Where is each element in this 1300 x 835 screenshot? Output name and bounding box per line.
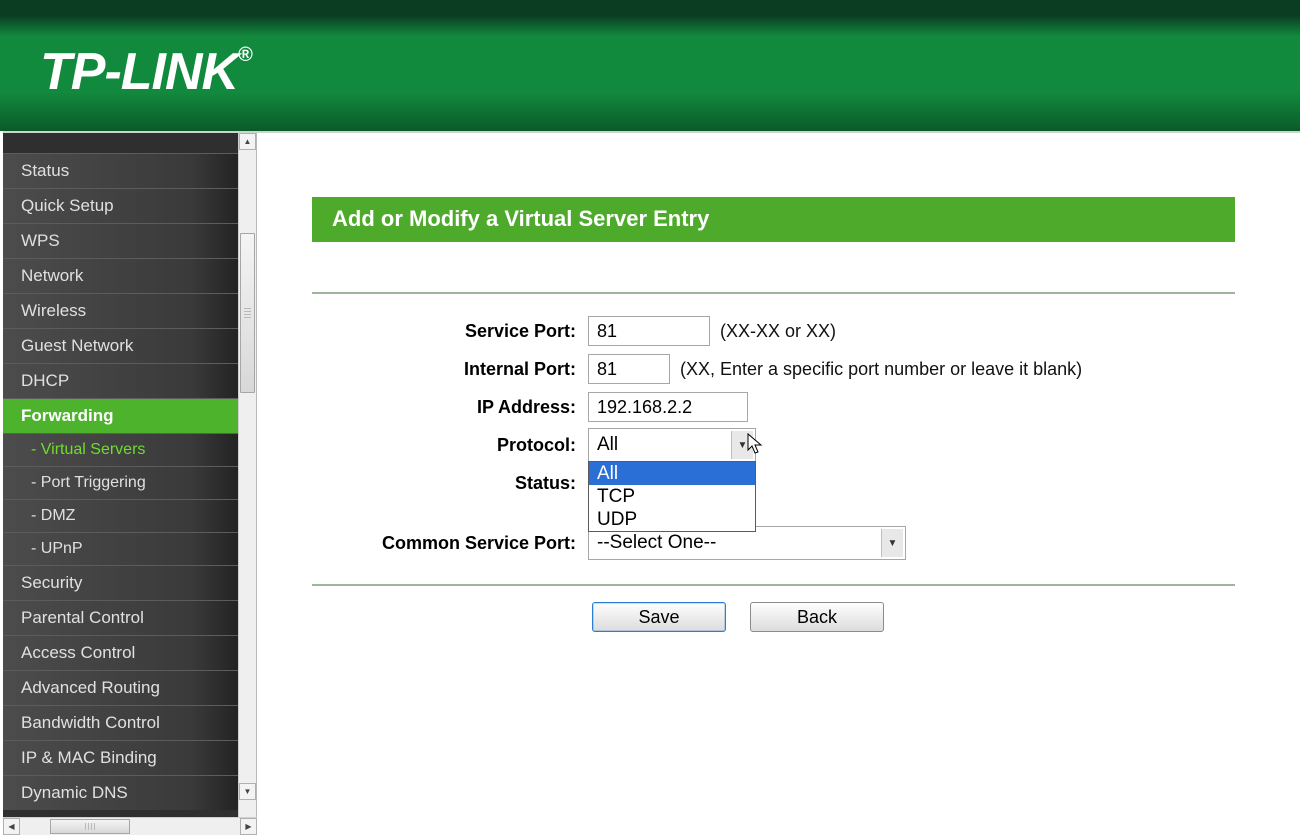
body: Status Quick Setup WPS Network Wireless … — [3, 131, 1300, 835]
header: TP-LINK® — [0, 0, 1300, 131]
scroll-right-arrow-icon[interactable]: ▶ — [240, 818, 257, 835]
protocol-option-all[interactable]: All — [589, 462, 755, 485]
sidebar-item-label: Parental Control — [21, 608, 144, 627]
hint-service-port: (XX-XX or XX) — [720, 321, 836, 342]
sidebar-item-wps[interactable]: WPS — [3, 223, 238, 258]
sidebar-vertical-scrollbar[interactable]: ▲ ▼ — [238, 133, 256, 817]
sidebar-item-label: - DMZ — [31, 507, 75, 524]
sidebar-item-quick-setup[interactable]: Quick Setup — [3, 188, 238, 223]
page-title: Add or Modify a Virtual Server Entry — [312, 197, 1235, 242]
sidebar-item-label: Dynamic DNS — [21, 783, 128, 802]
sidebar-item-label: Quick Setup — [21, 196, 114, 215]
label-ip-address: IP Address: — [312, 397, 588, 418]
divider — [312, 292, 1235, 294]
brand-logo: TP-LINK® — [40, 42, 252, 102]
sidebar-item-dynamic-dns[interactable]: Dynamic DNS — [3, 775, 238, 810]
sidebar-item-network[interactable]: Network — [3, 258, 238, 293]
row-status: Status: — [312, 464, 1235, 502]
sidebar-item-guest-network[interactable]: Guest Network — [3, 328, 238, 363]
main-content: Add or Modify a Virtual Server Entry Ser… — [257, 133, 1300, 835]
hint-internal-port: (XX, Enter a specific port number or lea… — [680, 359, 1082, 380]
internal-port-input[interactable] — [588, 354, 670, 384]
sidebar-item-label: WPS — [21, 231, 60, 250]
save-button[interactable]: Save — [592, 602, 726, 632]
chevron-down-icon[interactable]: ▼ — [731, 431, 753, 459]
protocol-option-tcp[interactable]: TCP — [589, 485, 755, 508]
row-common-service-port: Common Service Port: --Select One-- ▼ — [312, 524, 1235, 562]
header-accent — [0, 0, 1300, 16]
virtual-server-form: Service Port: (XX-XX or XX) Internal Por… — [312, 312, 1235, 562]
sidebar-item-label: Guest Network — [21, 336, 133, 355]
button-row: Save Back — [312, 602, 1235, 632]
sidebar-item-label: Access Control — [21, 643, 135, 662]
label-service-port: Service Port: — [312, 321, 588, 342]
label-status: Status: — [312, 473, 588, 494]
label-protocol: Protocol: — [312, 435, 588, 456]
sidebar-wrapper: Status Quick Setup WPS Network Wireless … — [3, 133, 257, 817]
service-port-input[interactable] — [588, 316, 710, 346]
sidebar-item-label: DHCP — [21, 371, 69, 390]
sidebar-subitem-port-triggering[interactable]: - Port Triggering — [3, 466, 238, 499]
sidebar-item-parental-control[interactable]: Parental Control — [3, 600, 238, 635]
sidebar-item-label: Advanced Routing — [21, 678, 160, 697]
protocol-selected-value: All — [597, 434, 618, 456]
protocol-select[interactable]: All ▼ — [588, 428, 756, 462]
scroll-left-arrow-icon[interactable]: ◀ — [3, 818, 20, 835]
sidebar: Status Quick Setup WPS Network Wireless … — [3, 133, 238, 817]
sidebar-column: Status Quick Setup WPS Network Wireless … — [3, 133, 257, 835]
sidebar-item-label: - Virtual Servers — [31, 441, 145, 458]
sidebar-horizontal-scrollbar[interactable]: ◀ ▶ — [3, 817, 257, 835]
sidebar-item-label: IP & MAC Binding — [21, 748, 157, 767]
sidebar-item-label: Bandwidth Control — [21, 713, 160, 732]
sidebar-subitem-virtual-servers[interactable]: - Virtual Servers — [3, 433, 238, 466]
scroll-thumb[interactable] — [50, 819, 130, 834]
label-common-service-port: Common Service Port: — [312, 533, 588, 554]
scroll-thumb[interactable] — [240, 233, 255, 393]
row-ip-address: IP Address: — [312, 388, 1235, 426]
sidebar-item-dhcp[interactable]: DHCP — [3, 363, 238, 398]
sidebar-item-wireless[interactable]: Wireless — [3, 293, 238, 328]
chevron-down-icon[interactable]: ▼ — [881, 529, 903, 557]
sidebar-item-label: Wireless — [21, 301, 86, 320]
sidebar-item-label: - UPnP — [31, 540, 83, 557]
sidebar-item-label: Forwarding — [21, 406, 114, 425]
sidebar-item-access-control[interactable]: Access Control — [3, 635, 238, 670]
protocol-option-udp[interactable]: UDP — [589, 508, 755, 531]
sidebar-subitem-upnp[interactable]: - UPnP — [3, 532, 238, 565]
protocol-dropdown[interactable]: All TCP UDP — [588, 461, 756, 532]
brand-name: TP-LINK — [40, 43, 238, 101]
row-protocol: Protocol: All ▼ All TCP UDP — [312, 426, 1235, 464]
scroll-down-arrow-icon[interactable]: ▼ — [239, 783, 256, 800]
label-internal-port: Internal Port: — [312, 359, 588, 380]
sidebar-item-advanced-routing[interactable]: Advanced Routing — [3, 670, 238, 705]
sidebar-item-security[interactable]: Security — [3, 565, 238, 600]
common-service-port-selected-value: --Select One-- — [597, 532, 716, 554]
divider — [312, 584, 1235, 586]
sidebar-item-bandwidth-control[interactable]: Bandwidth Control — [3, 705, 238, 740]
row-internal-port: Internal Port: (XX, Enter a specific por… — [312, 350, 1235, 388]
sidebar-item-label: Status — [21, 161, 69, 180]
sidebar-item-label: - Port Triggering — [31, 474, 146, 491]
sidebar-subitem-dmz[interactable]: - DMZ — [3, 499, 238, 532]
scroll-track[interactable] — [20, 818, 240, 835]
sidebar-item-ip-mac-binding[interactable]: IP & MAC Binding — [3, 740, 238, 775]
sidebar-item-label: Security — [21, 573, 82, 592]
back-button[interactable]: Back — [750, 602, 884, 632]
ip-address-input[interactable] — [588, 392, 748, 422]
sidebar-scroll: Status Quick Setup WPS Network Wireless … — [3, 133, 238, 817]
sidebar-item-status[interactable]: Status — [3, 153, 238, 188]
sidebar-item-forwarding[interactable]: Forwarding — [3, 398, 238, 433]
registered-mark: ® — [238, 44, 252, 66]
sidebar-item-label: Network — [21, 266, 83, 285]
row-service-port: Service Port: (XX-XX or XX) — [312, 312, 1235, 350]
scroll-up-arrow-icon[interactable]: ▲ — [239, 133, 256, 150]
